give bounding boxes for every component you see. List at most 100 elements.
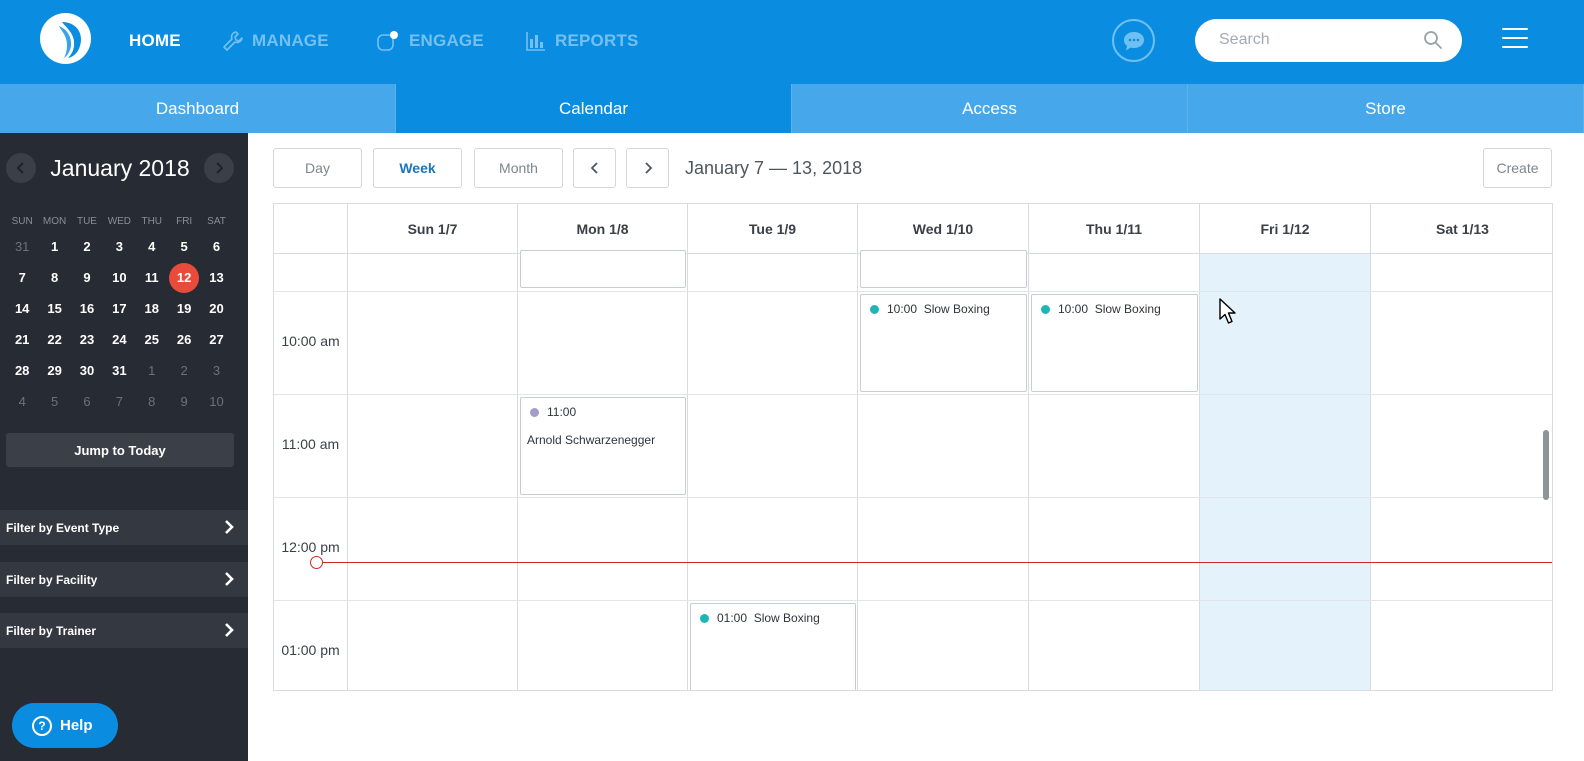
event-card-thu-slow-boxing[interactable]: 10:00 Slow Boxing: [1031, 294, 1198, 392]
nav-engage[interactable]: ENGAGE: [377, 30, 484, 52]
mini-calendar-day[interactable]: 29: [38, 363, 70, 378]
mini-calendar-day[interactable]: 11: [136, 270, 168, 285]
tab-dashboard[interactable]: Dashboard: [0, 84, 396, 133]
day-header-mon: Mon 1/8: [517, 204, 687, 254]
event-card-partial[interactable]: [860, 250, 1027, 288]
mini-calendar-day-number: 9: [83, 270, 91, 285]
mini-calendar-day-number: 8: [50, 270, 59, 285]
mini-calendar-day[interactable]: 21: [6, 332, 38, 347]
mini-calendar-day[interactable]: 2: [168, 363, 200, 378]
filter-trainer[interactable]: Filter by Trainer: [0, 613, 248, 648]
mini-calendar-day[interactable]: 19: [168, 301, 200, 316]
mini-calendar-day-number: 8: [148, 394, 156, 409]
nav-reports[interactable]: REPORTS: [525, 30, 639, 52]
mini-calendar-day[interactable]: 9: [71, 270, 103, 285]
mini-calendar-day[interactable]: 10: [103, 270, 135, 285]
event-type-dot: [1041, 305, 1050, 314]
mini-calendar-day[interactable]: 25: [136, 332, 168, 347]
nav-manage[interactable]: MANAGE: [222, 30, 329, 52]
mini-calendar-day[interactable]: 3: [200, 363, 232, 378]
filter-event-type[interactable]: Filter by Event Type: [0, 510, 248, 545]
view-month-button[interactable]: Month: [474, 148, 563, 188]
mini-calendar-day[interactable]: 30: [71, 363, 103, 378]
mini-calendar-day[interactable]: 31: [103, 363, 135, 378]
current-time-line: [321, 562, 1552, 563]
mini-calendar-day[interactable]: 14: [6, 301, 38, 316]
time-label-12pm: 12:00 pm: [281, 539, 340, 555]
mini-calendar-day-number: 14: [14, 301, 30, 316]
mini-calendar-day[interactable]: 22: [38, 332, 70, 347]
event-card-mon-arnold[interactable]: 11:00 Arnold Schwarzenegger: [520, 397, 686, 495]
event-card-wed-slow-boxing[interactable]: 10:00 Slow Boxing: [860, 294, 1027, 392]
mini-calendar-day-number: 19: [176, 301, 192, 316]
mini-calendar-day[interactable]: 5: [38, 394, 70, 409]
event-card-partial[interactable]: [520, 250, 686, 288]
mini-calendar-day[interactable]: 4: [136, 239, 168, 254]
search-input[interactable]: [1219, 29, 1409, 51]
search-icon[interactable]: [1423, 30, 1443, 50]
calendar-scrollbar[interactable]: [1543, 430, 1549, 500]
mini-calendar-day[interactable]: 2: [71, 239, 103, 254]
mini-calendar-week: 21 22 23 24 25 26 27: [6, 324, 233, 355]
mini-calendar-day[interactable]: 8: [38, 270, 70, 285]
hour-divider: [274, 394, 1552, 395]
mini-calendar-day-number: 5: [50, 394, 59, 409]
calendar-body[interactable]: 10:00 am 11:00 am 12:00 pm 01:00 pm 10:0…: [274, 250, 1552, 690]
tab-store[interactable]: Store: [1188, 84, 1584, 133]
mini-calendar-day-number: 22: [47, 332, 62, 347]
mini-calendar-weekdays: SUN MON TUE WED THU FRI SAT: [6, 213, 233, 229]
tab-calendar[interactable]: Calendar: [396, 84, 792, 133]
mini-calendar-day[interactable]: 6: [200, 239, 232, 254]
event-card-tue-slow-boxing[interactable]: 01:00 Slow Boxing: [690, 603, 856, 690]
mini-calendar-day[interactable]: 20: [200, 301, 232, 316]
day-column-sat[interactable]: [1370, 254, 1552, 690]
mini-calendar-day[interactable]: 13: [200, 270, 232, 285]
mini-calendar-day[interactable]: 7: [6, 270, 38, 285]
mini-calendar-day[interactable]: 8: [136, 394, 168, 409]
mini-calendar-day[interactable]: 18: [136, 301, 168, 316]
chat-button[interactable]: [1112, 19, 1155, 62]
app-logo[interactable]: [40, 13, 91, 64]
mini-calendar-day[interactable]: 31: [6, 239, 38, 254]
prev-week-button[interactable]: [573, 148, 616, 188]
tab-access[interactable]: Access: [792, 84, 1188, 133]
mini-calendar-day[interactable]: 6: [71, 394, 103, 409]
mini-calendar-day[interactable]: 17: [103, 301, 135, 316]
mini-calendar-day[interactable]: 16: [71, 301, 103, 316]
hour-divider: [274, 497, 1552, 498]
mini-calendar-day[interactable]: 26: [168, 332, 200, 347]
view-day-button[interactable]: Day: [273, 148, 362, 188]
mini-calendar-day[interactable]: 23: [71, 332, 103, 347]
mini-calendar-day[interactable]: 1: [136, 363, 168, 378]
help-button[interactable]: ? Help: [12, 703, 118, 748]
date-range-title: January 7 — 13, 2018: [685, 158, 863, 178]
mini-calendar-header: January 2018: [0, 151, 248, 185]
chevron-right-icon: [644, 162, 652, 174]
mini-calendar-day[interactable]: 5: [168, 239, 200, 254]
nav-home[interactable]: HOME: [129, 30, 181, 52]
mini-calendar-day[interactable]: 28: [6, 363, 38, 378]
mini-calendar-day[interactable]: 10: [200, 394, 232, 409]
mini-calendar-day[interactable]: 24: [103, 332, 135, 347]
mini-calendar-day[interactable]: 3: [103, 239, 135, 254]
view-week-button[interactable]: Week: [373, 148, 462, 188]
mini-calendar-day[interactable]: 1: [38, 239, 70, 254]
jump-to-today-button[interactable]: Jump to Today: [6, 433, 234, 467]
mini-calendar-day[interactable]: 15: [38, 301, 70, 316]
mini-calendar-day[interactable]: 27: [200, 332, 232, 347]
day-column-sun[interactable]: [347, 254, 517, 690]
hamburger-menu-icon[interactable]: [1502, 28, 1528, 48]
mini-calendar-day-number: 12: [176, 270, 192, 285]
mini-calendar-today[interactable]: 12: [168, 262, 200, 293]
mini-calendar-day[interactable]: 7: [103, 394, 135, 409]
mini-calendar-day-number: 7: [115, 394, 123, 409]
mini-calendar-day[interactable]: 4: [6, 394, 38, 409]
mini-calendar-day[interactable]: 9: [168, 394, 200, 409]
mini-calendar-day-number: 24: [112, 332, 127, 347]
filter-facility[interactable]: Filter by Facility: [0, 562, 248, 597]
create-button[interactable]: Create: [1483, 148, 1552, 188]
next-week-button[interactable]: [626, 148, 669, 188]
chevron-right-icon: [216, 162, 224, 174]
mini-calendar-day-number: 13: [209, 270, 224, 285]
next-month-button[interactable]: [204, 153, 234, 183]
